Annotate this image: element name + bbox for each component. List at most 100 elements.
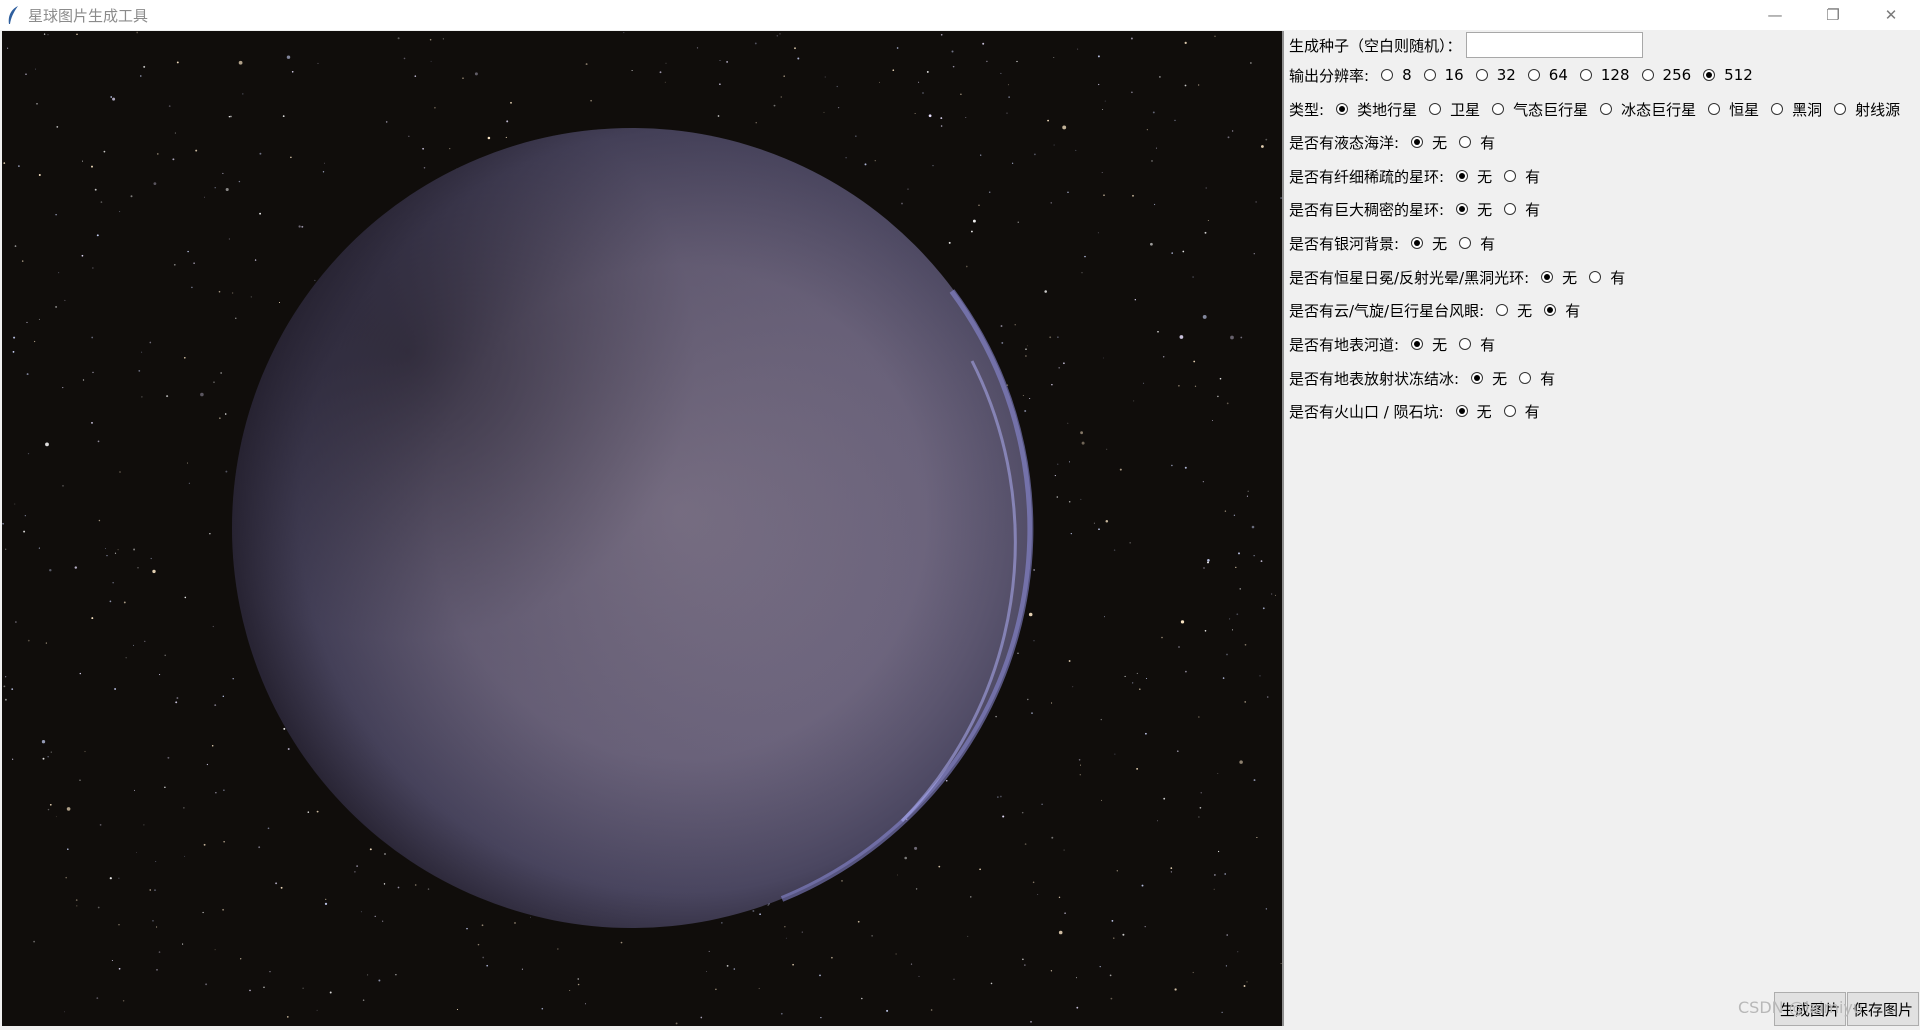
radio-icon[interactable] xyxy=(1527,69,1540,81)
clouds-option[interactable]: 无 xyxy=(1496,300,1532,321)
radio-icon[interactable] xyxy=(1708,103,1721,115)
big-ring-option[interactable]: 有 xyxy=(1504,199,1540,220)
radio-icon[interactable] xyxy=(1411,338,1424,350)
option-label: 卫星 xyxy=(1450,100,1481,119)
radio-icon[interactable] xyxy=(1429,103,1442,115)
type-option[interactable]: 卫星 xyxy=(1429,99,1480,120)
radio-icon[interactable] xyxy=(1703,69,1716,81)
option-label: 无 xyxy=(1477,200,1493,219)
close-button[interactable]: ✕ xyxy=(1862,0,1920,30)
restore-button[interactable]: ❐ xyxy=(1804,0,1862,30)
ocean-option[interactable]: 无 xyxy=(1411,132,1447,153)
big-ring-option[interactable]: 无 xyxy=(1456,199,1492,220)
star-halo-label: 是否有恒星日冕/反射光晕/黑洞光环: xyxy=(1289,268,1530,287)
option-label: 有 xyxy=(1525,200,1541,219)
radio-icon[interactable] xyxy=(1456,203,1469,215)
radio-icon[interactable] xyxy=(1771,103,1784,115)
panel-divider xyxy=(1282,31,1284,1026)
option-label: 有 xyxy=(1480,335,1496,354)
resolution-row: 输出分辨率: 8 16 32 64 128 256 512 xyxy=(1289,63,1765,87)
ice-option[interactable]: 有 xyxy=(1519,368,1555,389)
star-halo-option[interactable]: 无 xyxy=(1541,267,1577,288)
radio-icon[interactable] xyxy=(1589,271,1602,283)
galaxy-bg-option[interactable]: 有 xyxy=(1459,233,1495,254)
craters-row: 是否有火山口 / 陨石坑: 无 有 xyxy=(1289,399,1552,423)
thin-ring-option[interactable]: 有 xyxy=(1504,166,1540,187)
radio-icon[interactable] xyxy=(1600,103,1613,115)
ocean-option[interactable]: 有 xyxy=(1459,132,1495,153)
radio-icon[interactable] xyxy=(1504,203,1517,215)
option-label: 射线源 xyxy=(1855,100,1901,119)
craters-option[interactable]: 有 xyxy=(1503,401,1540,422)
thin-ring-option[interactable]: 无 xyxy=(1456,166,1492,187)
radio-icon[interactable] xyxy=(1381,69,1394,81)
resolution-option[interactable]: 16 xyxy=(1423,66,1464,84)
type-option[interactable]: 射线源 xyxy=(1834,99,1900,120)
seed-label: 生成种子（空白则随机）： xyxy=(1289,36,1462,55)
radio-icon[interactable] xyxy=(1411,136,1424,148)
option-label: 恒星 xyxy=(1729,100,1760,119)
type-option[interactable]: 黑洞 xyxy=(1771,99,1822,120)
ice-option[interactable]: 无 xyxy=(1471,368,1507,389)
radio-icon[interactable] xyxy=(1459,338,1472,350)
type-option[interactable]: 类地行星 xyxy=(1336,99,1417,120)
radio-icon[interactable] xyxy=(1519,372,1532,384)
rivers-option[interactable]: 有 xyxy=(1459,334,1495,355)
radio-icon[interactable] xyxy=(1471,372,1484,384)
resolution-option[interactable]: 128 xyxy=(1579,66,1630,84)
resolution-option[interactable]: 32 xyxy=(1475,66,1516,84)
galaxy-bg-option[interactable]: 无 xyxy=(1411,233,1447,254)
option-label: 无 xyxy=(1432,335,1448,354)
radio-icon[interactable] xyxy=(1475,69,1488,81)
resolution-option[interactable]: 64 xyxy=(1527,66,1568,84)
ocean-label: 是否有液态海洋: xyxy=(1289,133,1400,152)
radio-icon[interactable] xyxy=(1579,69,1592,81)
window-title: 星球图片生成工具 xyxy=(28,6,149,25)
option-label: 有 xyxy=(1610,268,1626,287)
option-label: 有 xyxy=(1480,234,1496,253)
radio-icon[interactable] xyxy=(1834,103,1847,115)
star-halo-option[interactable]: 有 xyxy=(1589,267,1625,288)
option-label: 32 xyxy=(1496,66,1516,84)
radio-icon[interactable] xyxy=(1496,304,1509,316)
option-label: 无 xyxy=(1492,369,1508,388)
minimize-button[interactable]: — xyxy=(1746,0,1804,30)
radio-icon[interactable] xyxy=(1336,103,1349,115)
radio-icon[interactable] xyxy=(1492,103,1505,115)
option-label: 有 xyxy=(1565,301,1581,320)
craters-option[interactable]: 无 xyxy=(1455,401,1492,422)
rivers-row: 是否有地表河道: 无 有 xyxy=(1289,332,1507,356)
resolution-option[interactable]: 512 xyxy=(1703,66,1753,84)
radio-icon[interactable] xyxy=(1455,405,1468,417)
radio-icon[interactable] xyxy=(1423,69,1436,81)
type-option[interactable]: 气态巨行星 xyxy=(1492,99,1588,120)
radio-icon[interactable] xyxy=(1459,237,1472,249)
seed-input[interactable] xyxy=(1465,32,1643,58)
option-label: 16 xyxy=(1444,66,1464,84)
clouds-option[interactable]: 有 xyxy=(1544,300,1580,321)
radio-icon[interactable] xyxy=(1641,69,1654,81)
option-label: 无 xyxy=(1432,234,1448,253)
star-halo-row: 是否有恒星日冕/反射光晕/黑洞光环: 无 有 xyxy=(1289,265,1637,289)
radio-icon[interactable] xyxy=(1504,170,1517,182)
save-button[interactable]: 保存图片 xyxy=(1847,992,1919,1026)
radio-icon[interactable] xyxy=(1456,170,1469,182)
rivers-option[interactable]: 无 xyxy=(1411,334,1447,355)
option-label: 黑洞 xyxy=(1792,100,1823,119)
radio-icon[interactable] xyxy=(1544,304,1557,316)
option-label: 气态巨行星 xyxy=(1513,100,1589,119)
big-ring-label: 是否有巨大稠密的星环: xyxy=(1289,200,1445,219)
type-option[interactable]: 恒星 xyxy=(1708,99,1759,120)
option-label: 64 xyxy=(1548,66,1568,84)
radio-icon[interactable] xyxy=(1459,136,1472,148)
generate-button[interactable]: 生成图片 xyxy=(1774,992,1846,1026)
radio-icon[interactable] xyxy=(1541,271,1554,283)
option-label: 无 xyxy=(1432,133,1448,152)
galaxy-bg-label: 是否有银河背景: xyxy=(1289,234,1400,253)
type-option[interactable]: 冰态巨行星 xyxy=(1600,99,1696,120)
resolution-option[interactable]: 256 xyxy=(1641,66,1691,84)
radio-icon[interactable] xyxy=(1503,405,1516,417)
radio-icon[interactable] xyxy=(1411,237,1424,249)
option-label: 冰态巨行星 xyxy=(1621,100,1697,119)
resolution-option[interactable]: 8 xyxy=(1381,66,1412,84)
